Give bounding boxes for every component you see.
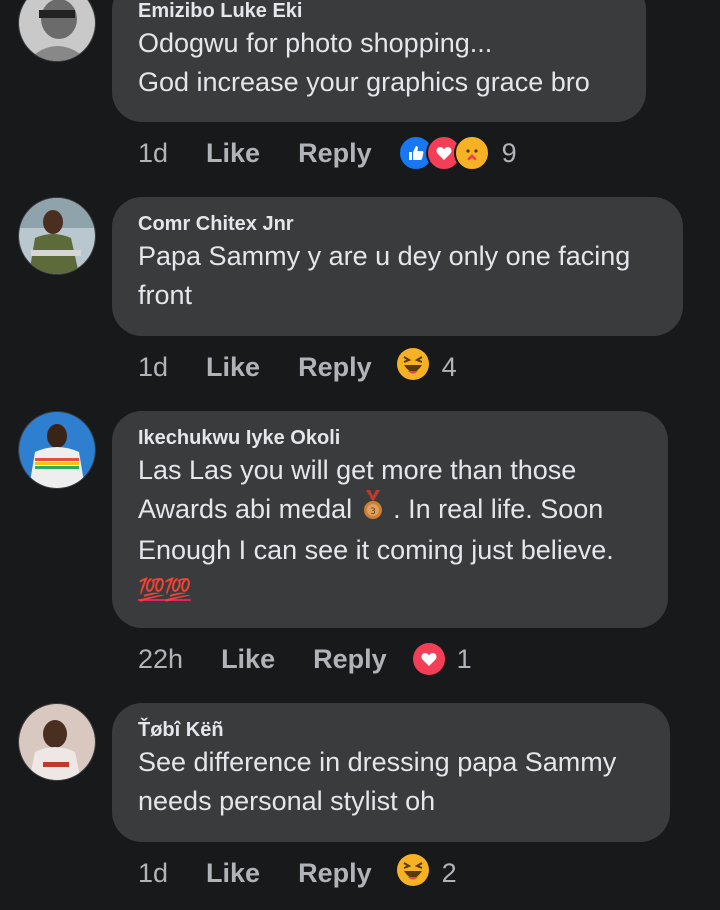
comment-bubble: Ikechukwu Iyke Okoli Las Las you will ge…	[112, 411, 668, 628]
comment-text-line: Las Las you will get more than those	[138, 455, 577, 485]
reactions[interactable]	[396, 347, 430, 388]
svg-text:3: 3	[370, 507, 376, 517]
reaction-count[interactable]: 2	[442, 858, 457, 889]
comment-time[interactable]: 1d	[138, 352, 168, 383]
comment-meta: 1d Like Reply 9	[138, 133, 517, 173]
reply-button[interactable]: Reply	[298, 138, 372, 169]
comment-text-line: God increase your graphics grace bro	[138, 67, 590, 97]
comment-text-line: Odogwu for photo shopping...	[138, 28, 493, 58]
comment-text-line: front	[138, 280, 193, 310]
comment-author[interactable]: Comr Chitex Jnr	[138, 211, 655, 237]
reply-button[interactable]: Reply	[298, 352, 372, 383]
reply-button[interactable]: Reply	[298, 858, 372, 889]
medal-icon: 3	[360, 490, 386, 531]
haha-icon	[396, 853, 430, 894]
avatar[interactable]	[18, 703, 96, 781]
comment-text-segment: . In real life. Soon	[393, 494, 604, 524]
avatar[interactable]	[18, 197, 96, 275]
comment-bubble: Ťøbî Këñ See difference in dressing papa…	[112, 703, 670, 842]
haha-icon	[396, 347, 430, 388]
comment-time[interactable]: 1d	[138, 858, 168, 889]
reactions[interactable]	[412, 643, 445, 675]
reaction-count[interactable]: 9	[502, 138, 517, 169]
avatar[interactable]	[18, 0, 96, 62]
comment-text-line: See difference in dressing papa Sammy	[138, 747, 617, 777]
comment-bubble: Comr Chitex Jnr Papa Sammy y are u dey o…	[112, 197, 683, 336]
comment-author[interactable]: Ťøbî Këñ	[138, 717, 642, 743]
comment-author[interactable]: Ikechukwu Iyke Okoli	[138, 425, 640, 451]
comment-time[interactable]: 1d	[138, 138, 168, 169]
hundred-points-icon: 💯💯	[138, 577, 192, 603]
like-button[interactable]: Like	[206, 138, 260, 169]
reactions[interactable]	[397, 135, 490, 171]
comment-meta: 1d Like Reply 4	[138, 347, 457, 387]
comment-text-line: Papa Sammy y are u dey only one facing	[138, 241, 631, 271]
comment-time[interactable]: 22h	[138, 644, 183, 675]
comment-bubble: Emizibo Luke Eki Odogwu for photo shoppi…	[112, 0, 646, 122]
comment-text-line: Awards abi medal 3 . In real life. Soon	[138, 490, 640, 531]
comment-meta: 1d Like Reply 2	[138, 853, 457, 893]
like-button[interactable]: Like	[221, 644, 275, 675]
comment-text-segment: Awards abi medal	[138, 494, 353, 524]
like-button[interactable]: Like	[206, 858, 260, 889]
reply-button[interactable]: Reply	[313, 644, 387, 675]
heart-icon	[412, 643, 445, 675]
comment-author[interactable]: Emizibo Luke Eki	[138, 0, 618, 24]
like-button[interactable]: Like	[206, 352, 260, 383]
reaction-count[interactable]: 1	[457, 644, 472, 675]
reactions[interactable]	[396, 853, 430, 894]
care-icon	[453, 135, 490, 171]
avatar[interactable]	[18, 411, 96, 489]
comment-text-line: Enough I can see it coming just believe.	[138, 535, 614, 566]
reaction-count[interactable]: 4	[442, 352, 457, 383]
comment-meta: 22h Like Reply 1	[138, 639, 472, 679]
comment-text-line: needs personal stylist oh	[138, 786, 436, 816]
